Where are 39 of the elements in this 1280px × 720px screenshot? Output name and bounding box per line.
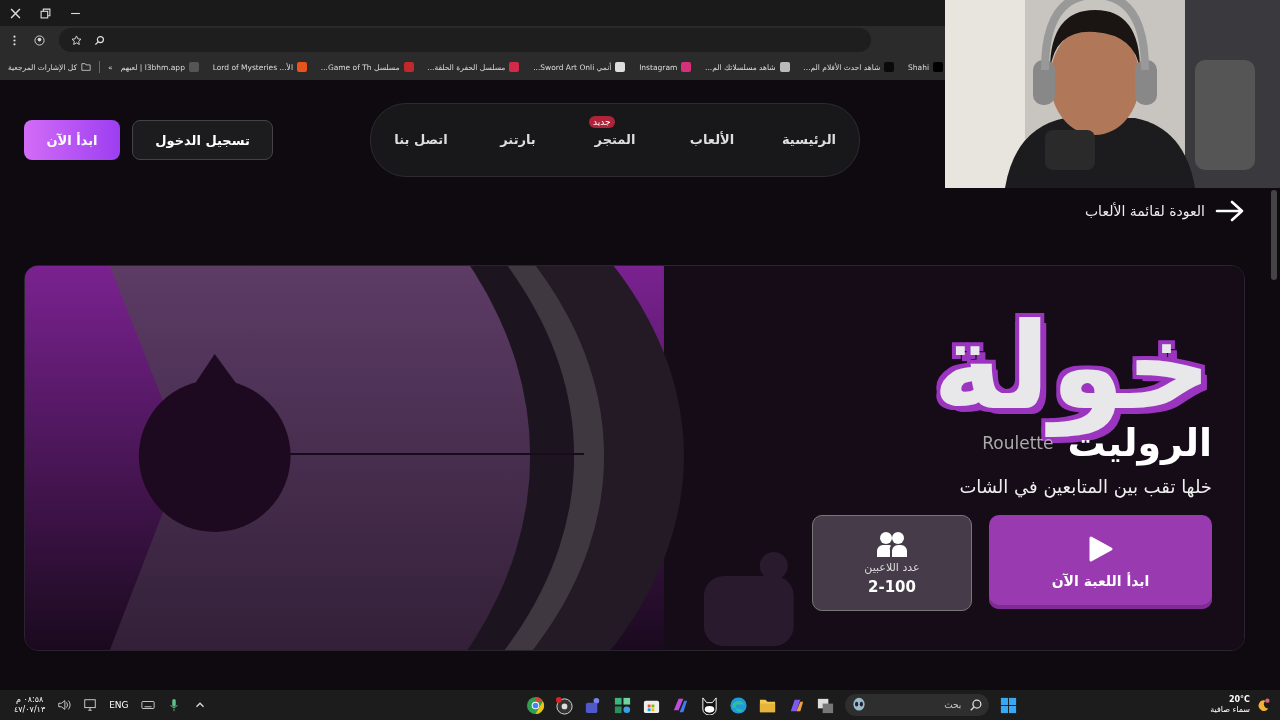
- login-button[interactable]: تسجيل الدخول: [132, 120, 273, 160]
- start-button[interactable]: ابدأ الآن: [24, 120, 120, 160]
- keyboard-icon[interactable]: [140, 698, 155, 712]
- network-icon[interactable]: [83, 698, 98, 712]
- cat-icon[interactable]: [700, 695, 720, 715]
- nav-link[interactable]: الرئيسية: [782, 130, 836, 150]
- nav-link[interactable]: بارتنر: [500, 130, 536, 150]
- scrollbar-thumb[interactable]: [1271, 190, 1277, 280]
- recorder-icon[interactable]: [555, 695, 575, 715]
- zoom-icon: [94, 34, 105, 46]
- search-field[interactable]: بحث: [845, 694, 990, 716]
- new-badge: جديد: [589, 116, 615, 128]
- star-icon: [71, 34, 82, 46]
- edge-icon[interactable]: [729, 695, 749, 715]
- players-count: 2-100: [868, 577, 916, 596]
- speaker-icon[interactable]: [57, 698, 72, 712]
- arrow-right-icon: [1215, 200, 1245, 222]
- back-link[interactable]: العودة لقائمة الألعاب: [1084, 200, 1245, 222]
- chrome-icon[interactable]: [526, 695, 546, 715]
- nav-link[interactable]: المتجر: [594, 130, 636, 150]
- users-icon: [877, 530, 907, 557]
- folder-icon: [81, 62, 92, 72]
- nav-link[interactable]: اتصل بنا: [394, 130, 448, 150]
- moon-icon[interactable]: [1256, 698, 1270, 712]
- play-icon: [1087, 535, 1114, 563]
- clock[interactable]: ٠٨:٥٨ م ٤٧/٠٧/١٣: [14, 695, 46, 715]
- search-icon: [969, 698, 984, 712]
- play-button[interactable]: ابدأ اللعبة الآن: [989, 515, 1212, 609]
- game-description: خلها تقب بين المتابعين في الشات: [959, 476, 1212, 497]
- alien-icon: [851, 697, 868, 713]
- nav-link[interactable]: الألعاب: [689, 130, 735, 150]
- language-indicator[interactable]: ENG: [109, 700, 129, 710]
- address-field[interactable]: [59, 28, 871, 52]
- windows-start-icon[interactable]: [999, 695, 1019, 715]
- widgets-icon[interactable]: [613, 695, 633, 715]
- players-label: عدد اللاعبين: [864, 560, 920, 574]
- close-icon[interactable]: [10, 7, 21, 19]
- profile-icon[interactable]: [34, 34, 45, 46]
- restore-icon[interactable]: [40, 7, 51, 19]
